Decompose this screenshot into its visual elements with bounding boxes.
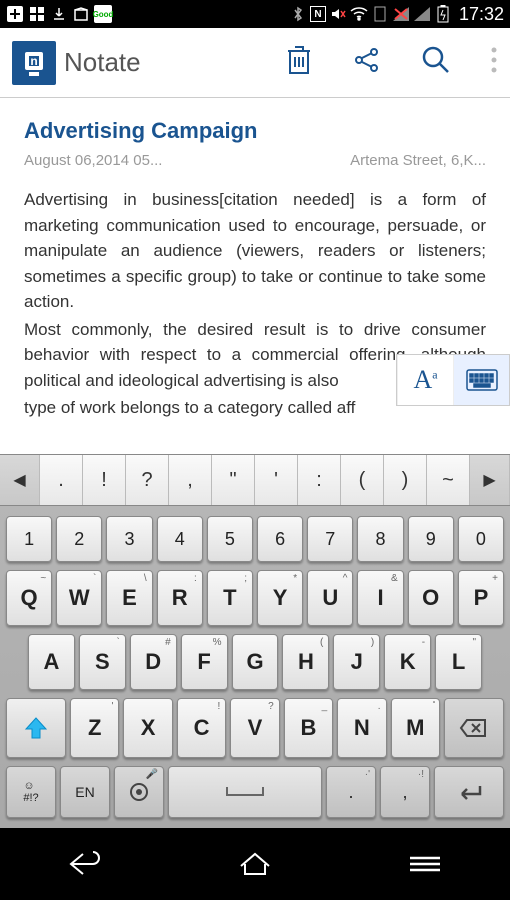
symbols-key[interactable]: ☺#!? bbox=[6, 766, 56, 818]
key-0[interactable]: 0 bbox=[458, 516, 504, 562]
bluetooth-icon bbox=[289, 5, 307, 23]
key-m[interactable]: M̊ bbox=[391, 698, 440, 758]
key-z[interactable]: Z' bbox=[70, 698, 119, 758]
battery-icon bbox=[434, 5, 452, 23]
box-icon bbox=[72, 5, 90, 23]
punct-key[interactable]: ' bbox=[255, 455, 298, 505]
app-header: n Notate bbox=[0, 28, 510, 98]
key-k[interactable]: K- bbox=[384, 634, 431, 690]
key-u[interactable]: U^ bbox=[307, 570, 353, 626]
trash-icon[interactable] bbox=[284, 43, 314, 82]
punct-right-arrow[interactable]: ▶ bbox=[470, 455, 510, 505]
space-key[interactable] bbox=[168, 766, 322, 818]
punctuation-row: ◀ . ! ? , " ' : ( ) ~ ▶ bbox=[0, 454, 510, 506]
no-signal-icon bbox=[392, 5, 410, 23]
home-button[interactable] bbox=[230, 844, 280, 884]
app-logo-icon[interactable]: n bbox=[12, 41, 56, 85]
key-9[interactable]: 9 bbox=[408, 516, 454, 562]
punct-key[interactable]: ) bbox=[384, 455, 427, 505]
language-key[interactable]: EN bbox=[60, 766, 110, 818]
note-location: Artema Street, 6,K... bbox=[350, 152, 486, 169]
key-y[interactable]: Y* bbox=[257, 570, 303, 626]
key-j[interactable]: J) bbox=[333, 634, 380, 690]
qwerty-row-2: A S` D# F% G H( J) K- L" bbox=[6, 634, 504, 690]
key-6[interactable]: 6 bbox=[257, 516, 303, 562]
key-q[interactable]: Q~ bbox=[6, 570, 52, 626]
key-1[interactable]: 1 bbox=[6, 516, 52, 562]
punct-key[interactable]: : bbox=[298, 455, 341, 505]
key-c[interactable]: C! bbox=[177, 698, 226, 758]
key-x[interactable]: X bbox=[123, 698, 172, 758]
key-7[interactable]: 7 bbox=[307, 516, 353, 562]
enter-key[interactable] bbox=[434, 766, 504, 818]
key-5[interactable]: 5 bbox=[207, 516, 253, 562]
note-date: August 06,2014 05... bbox=[24, 152, 162, 169]
recent-button[interactable] bbox=[400, 844, 450, 884]
punct-key[interactable]: . bbox=[40, 455, 83, 505]
punct-key[interactable]: ~ bbox=[427, 455, 470, 505]
key-h[interactable]: H( bbox=[282, 634, 329, 690]
key-v[interactable]: V? bbox=[230, 698, 279, 758]
download-icon bbox=[50, 5, 68, 23]
key-a[interactable]: A bbox=[28, 634, 75, 690]
period-key[interactable]: .·' bbox=[326, 766, 376, 818]
key-w[interactable]: W` bbox=[56, 570, 102, 626]
search-icon[interactable] bbox=[420, 44, 452, 81]
key-i[interactable]: I& bbox=[357, 570, 403, 626]
font-format-button[interactable]: Aa bbox=[397, 355, 453, 405]
qwerty-row-1: Q~ W` E\ R: T; Y* U^ I& O P+ bbox=[6, 570, 504, 626]
note-para: Advertising in business[citation needed]… bbox=[24, 187, 486, 315]
punct-key[interactable]: " bbox=[212, 455, 255, 505]
android-nav-bar bbox=[0, 828, 510, 900]
status-bar: Good N 17:32 bbox=[0, 0, 510, 28]
number-row: 1 2 3 4 5 6 7 8 9 0 bbox=[6, 516, 504, 562]
nfc-icon: N bbox=[310, 6, 326, 22]
back-button[interactable] bbox=[60, 844, 110, 884]
key-t[interactable]: T; bbox=[207, 570, 253, 626]
key-e[interactable]: E\ bbox=[106, 570, 152, 626]
more-icon[interactable] bbox=[490, 46, 498, 79]
key-2[interactable]: 2 bbox=[56, 516, 102, 562]
format-toolbar: Aa bbox=[396, 354, 510, 406]
key-f[interactable]: F% bbox=[181, 634, 228, 690]
key-b[interactable]: B_ bbox=[284, 698, 333, 758]
key-8[interactable]: 8 bbox=[357, 516, 403, 562]
keyboard-toggle-button[interactable] bbox=[453, 355, 509, 405]
clock-time: 17:32 bbox=[459, 4, 504, 25]
mute-icon bbox=[329, 5, 347, 23]
sim-icon bbox=[371, 5, 389, 23]
note-title: Advertising Campaign bbox=[24, 118, 486, 144]
punct-left-arrow[interactable]: ◀ bbox=[0, 455, 40, 505]
punct-key[interactable]: ( bbox=[341, 455, 384, 505]
keyboard: ◀ . ! ? , " ' : ( ) ~ ▶ 1 2 3 4 5 6 7 8 … bbox=[0, 454, 510, 828]
qwerty-row-3: Z' X C! V? B_ N. M̊ bbox=[6, 698, 504, 758]
comma-key[interactable]: ,·! bbox=[380, 766, 430, 818]
punct-key[interactable]: ? bbox=[126, 455, 169, 505]
add-icon bbox=[6, 5, 24, 23]
signal-icon bbox=[413, 5, 431, 23]
key-4[interactable]: 4 bbox=[157, 516, 203, 562]
share-icon[interactable] bbox=[352, 45, 382, 80]
bottom-row: ☺#!? EN 🎤 .·' ,·! bbox=[6, 766, 504, 818]
shift-key[interactable] bbox=[6, 698, 66, 758]
punct-key[interactable]: ! bbox=[83, 455, 126, 505]
key-s[interactable]: S` bbox=[79, 634, 126, 690]
grid-icon bbox=[28, 5, 46, 23]
key-r[interactable]: R: bbox=[157, 570, 203, 626]
app-title: Notate bbox=[64, 47, 141, 78]
key-p[interactable]: P+ bbox=[458, 570, 504, 626]
settings-voice-key[interactable]: 🎤 bbox=[114, 766, 164, 818]
key-3[interactable]: 3 bbox=[106, 516, 152, 562]
key-g[interactable]: G bbox=[232, 634, 279, 690]
key-o[interactable]: O bbox=[408, 570, 454, 626]
punct-key[interactable]: , bbox=[169, 455, 212, 505]
backspace-key[interactable] bbox=[444, 698, 504, 758]
svg-text:n: n bbox=[30, 54, 37, 68]
wifi-icon bbox=[350, 5, 368, 23]
key-d[interactable]: D# bbox=[130, 634, 177, 690]
good-badge-icon: Good bbox=[94, 5, 112, 23]
key-l[interactable]: L" bbox=[435, 634, 482, 690]
key-n[interactable]: N. bbox=[337, 698, 386, 758]
